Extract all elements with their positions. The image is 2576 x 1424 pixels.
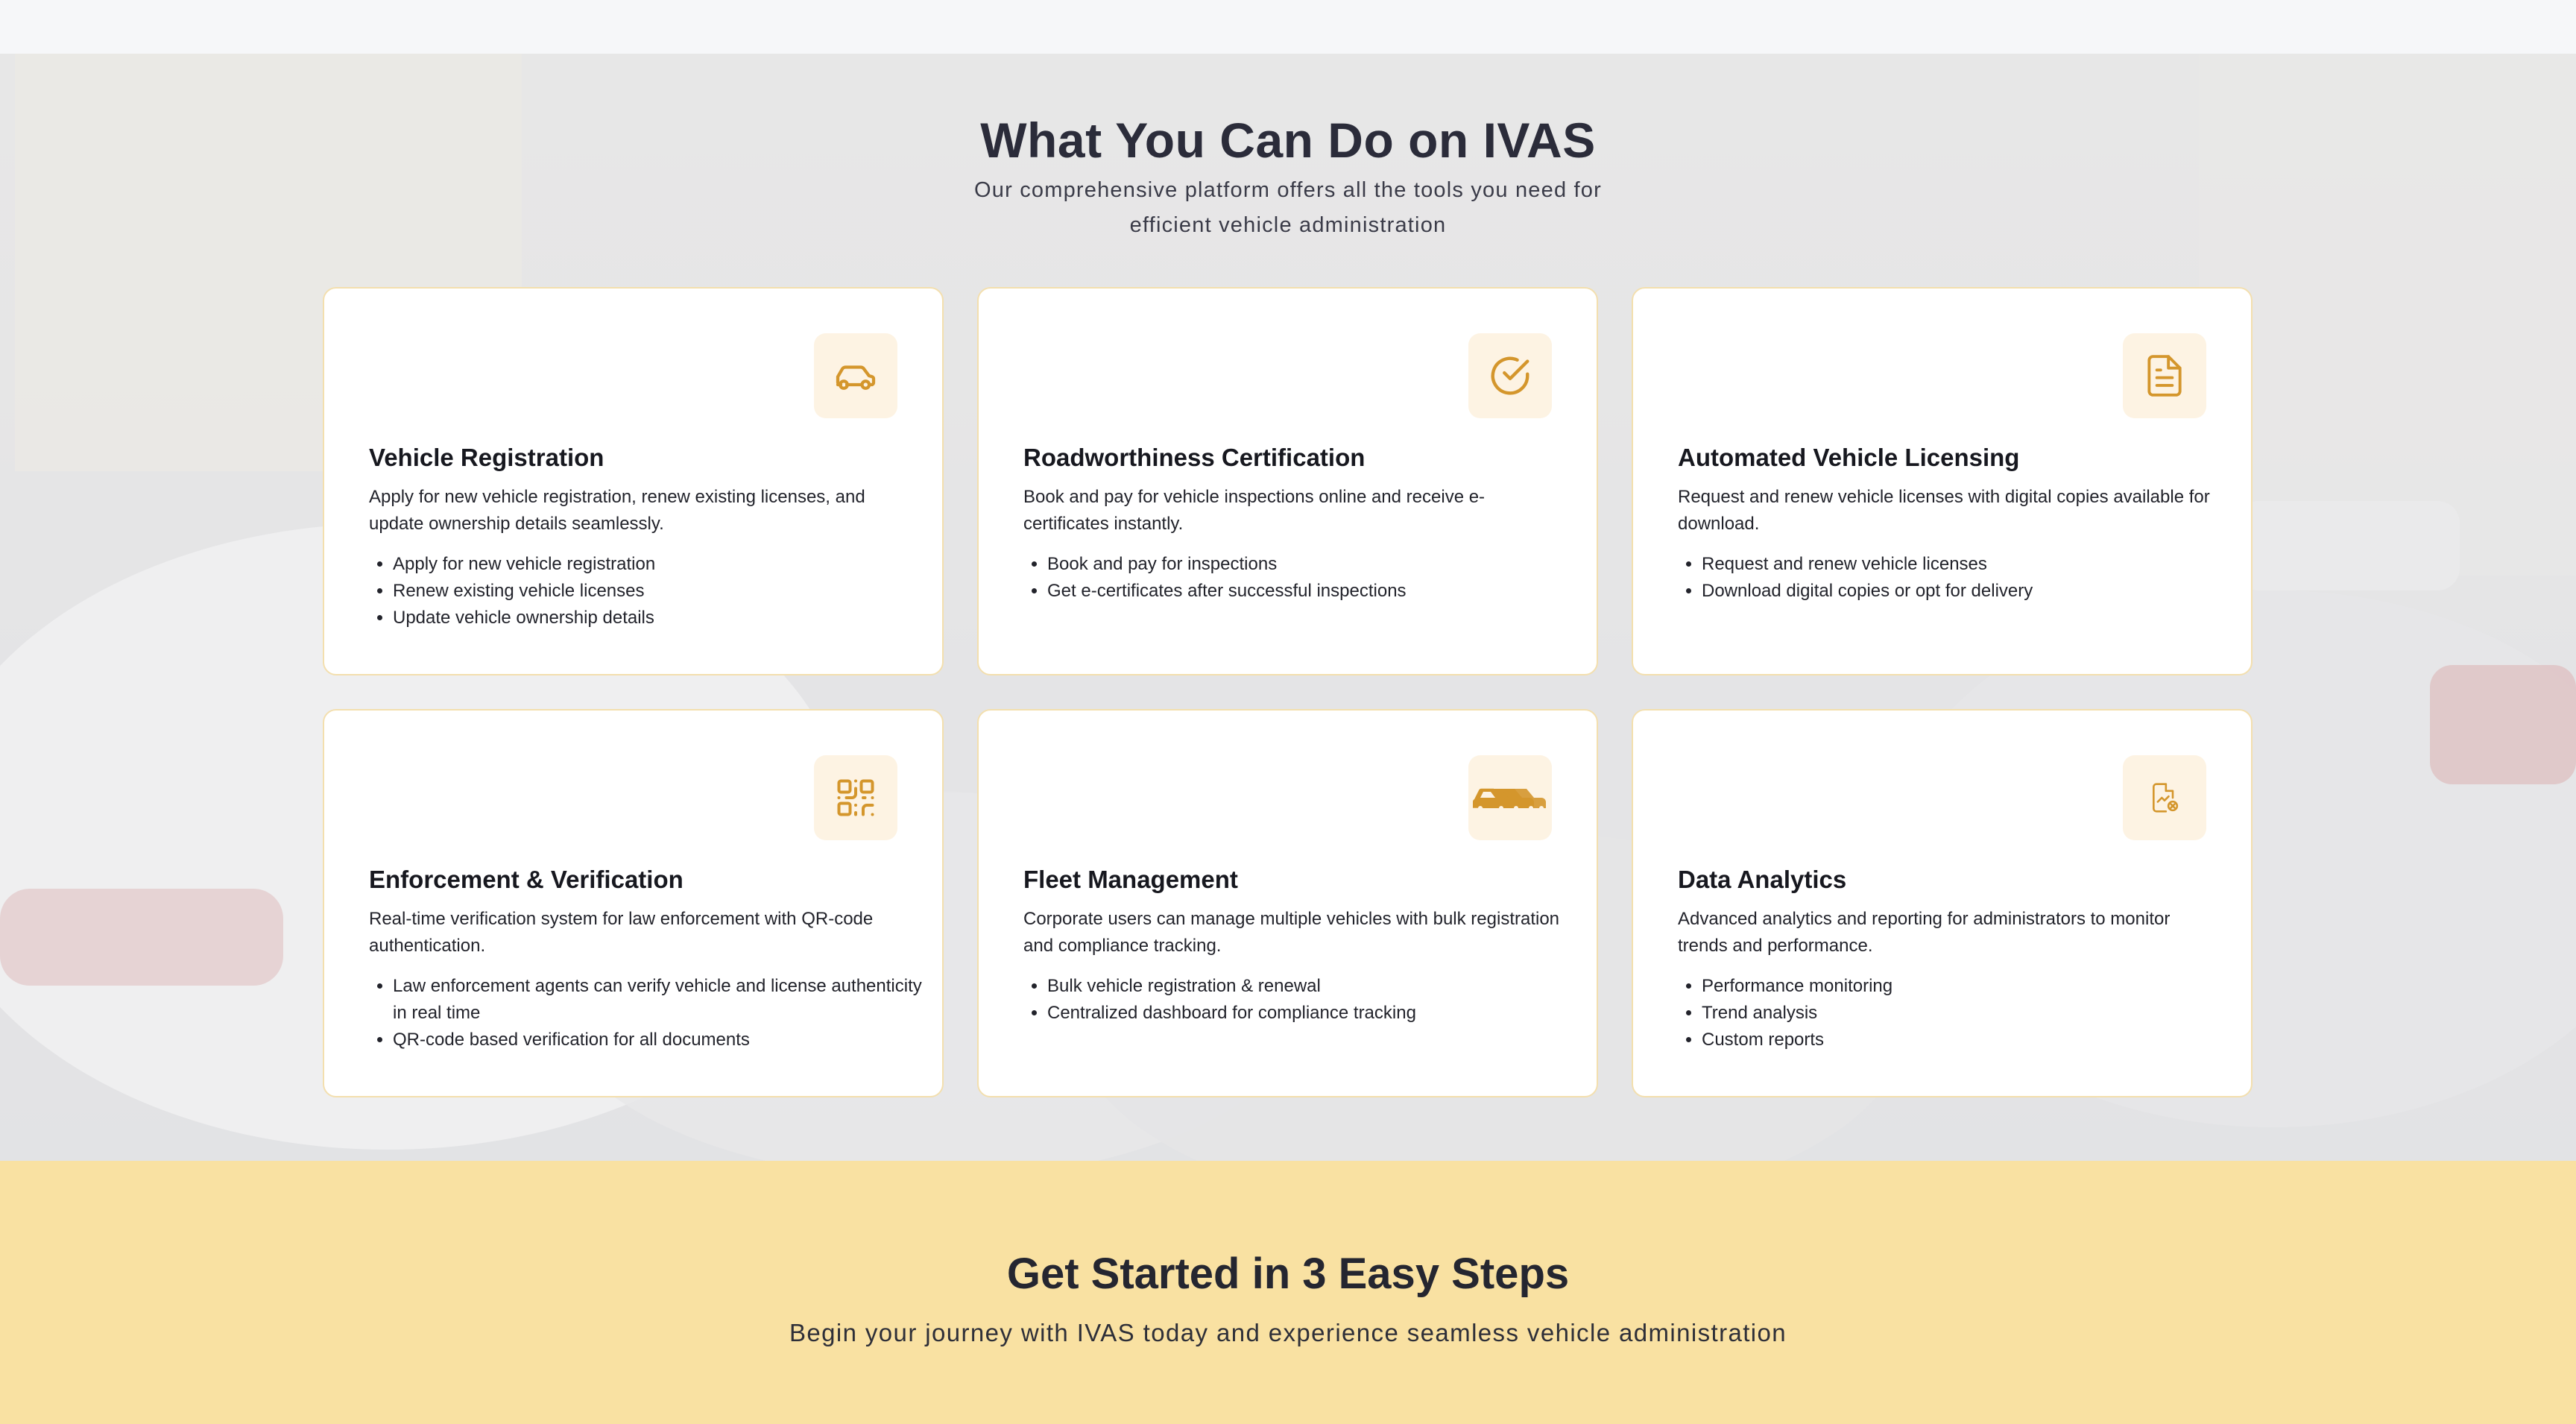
list-item: Custom reports <box>1702 1027 2238 1053</box>
card-title: Data Analytics <box>1678 866 1847 893</box>
top-navigation-bar <box>0 0 2576 54</box>
list-item: QR-code based verification for all docum… <box>393 1027 929 1053</box>
card-roadworthiness-certification[interactable]: Roadworthiness Certification Book and pa… <box>977 287 1598 675</box>
card-feature-list: Bulk vehicle registration & renewal Cent… <box>1023 973 1584 1027</box>
card-description: Request and renew vehicle licenses with … <box>1678 487 2210 534</box>
icon-tile <box>2123 755 2206 840</box>
car-outline-icon <box>836 365 876 390</box>
card-title: Roadworthiness Certification <box>1023 444 1366 471</box>
list-item: Download digital copies or opt for deliv… <box>1702 578 2238 605</box>
list-item: Trend analysis <box>1702 1000 2238 1027</box>
list-item: Request and renew vehicle licenses <box>1702 551 2238 578</box>
get-started-section: Get Started in 3 Easy Steps Begin your j… <box>0 1161 2576 1424</box>
fleet-cars-icon <box>1472 788 1546 810</box>
check-circle-icon <box>1491 356 1530 395</box>
icon-tile <box>814 333 897 418</box>
steps-subtitle: Begin your journey with IVAS today and e… <box>789 1319 1787 1346</box>
icon-tile <box>2123 333 2206 418</box>
card-feature-list: Apply for new vehicle registration Renew… <box>369 551 929 631</box>
list-item: Book and pay for inspections <box>1047 551 1584 578</box>
card-fleet-management[interactable]: Fleet Management Corporate users can man… <box>977 709 1598 1097</box>
icon-tile <box>814 755 897 840</box>
card-description: Advanced analytics and reporting for adm… <box>1678 909 2171 956</box>
analytics-report-icon <box>2153 783 2179 813</box>
list-item: Bulk vehicle registration & renewal <box>1047 973 1584 1000</box>
list-item: Renew existing vehicle licenses <box>393 578 929 605</box>
card-description: Corporate users can manage multiple vehi… <box>1023 909 1560 956</box>
list-item: Get e-certificates after successful insp… <box>1047 578 1584 605</box>
icon-tile <box>1468 755 1552 840</box>
list-item: Performance monitoring <box>1702 973 2238 1000</box>
card-title: Fleet Management <box>1023 866 1238 893</box>
card-feature-list: Performance monitoring Trend analysis Cu… <box>1678 973 2238 1053</box>
card-description: Apply for new vehicle registration, rene… <box>369 487 865 534</box>
card-feature-list: Law enforcement agents can verify vehicl… <box>369 973 929 1053</box>
card-feature-list: Book and pay for inspections Get e-certi… <box>1023 551 1584 605</box>
card-description: Book and pay for vehicle inspections onl… <box>1023 487 1486 534</box>
card-automated-vehicle-licensing[interactable]: Automated Vehicle Licensing Request and … <box>1632 287 2253 675</box>
card-title: Enforcement & Verification <box>369 866 684 893</box>
list-item: Law enforcement agents can verify vehicl… <box>393 973 929 1027</box>
document-icon <box>2147 355 2182 397</box>
card-description: Real-time verification system for law en… <box>369 909 874 956</box>
card-title: Automated Vehicle Licensing <box>1678 444 2020 471</box>
section-title: What You Can Do on IVAS <box>980 113 1596 168</box>
list-item: Apply for new vehicle registration <box>393 551 929 578</box>
icon-tile <box>1468 333 1552 418</box>
card-title: Vehicle Registration <box>369 444 604 471</box>
card-feature-list: Request and renew vehicle licenses Downl… <box>1678 551 2238 605</box>
card-enforcement-verification[interactable]: Enforcement & Verification Real-time ver… <box>323 709 944 1097</box>
steps-title: Get Started in 3 Easy Steps <box>1006 1250 1570 1298</box>
section-subtitle: Our comprehensive platform offers all th… <box>974 178 1602 237</box>
card-vehicle-registration[interactable]: Vehicle Registration Apply for new vehic… <box>323 287 944 675</box>
list-item: Centralized dashboard for compliance tra… <box>1047 1000 1584 1027</box>
card-data-analytics[interactable]: Data Analytics Advanced analytics and re… <box>1632 709 2253 1097</box>
qr-code-icon <box>837 779 874 816</box>
list-item: Update vehicle ownership details <box>393 605 929 631</box>
features-section: What You Can Do on IVAS Our comprehensiv… <box>0 54 2576 1161</box>
